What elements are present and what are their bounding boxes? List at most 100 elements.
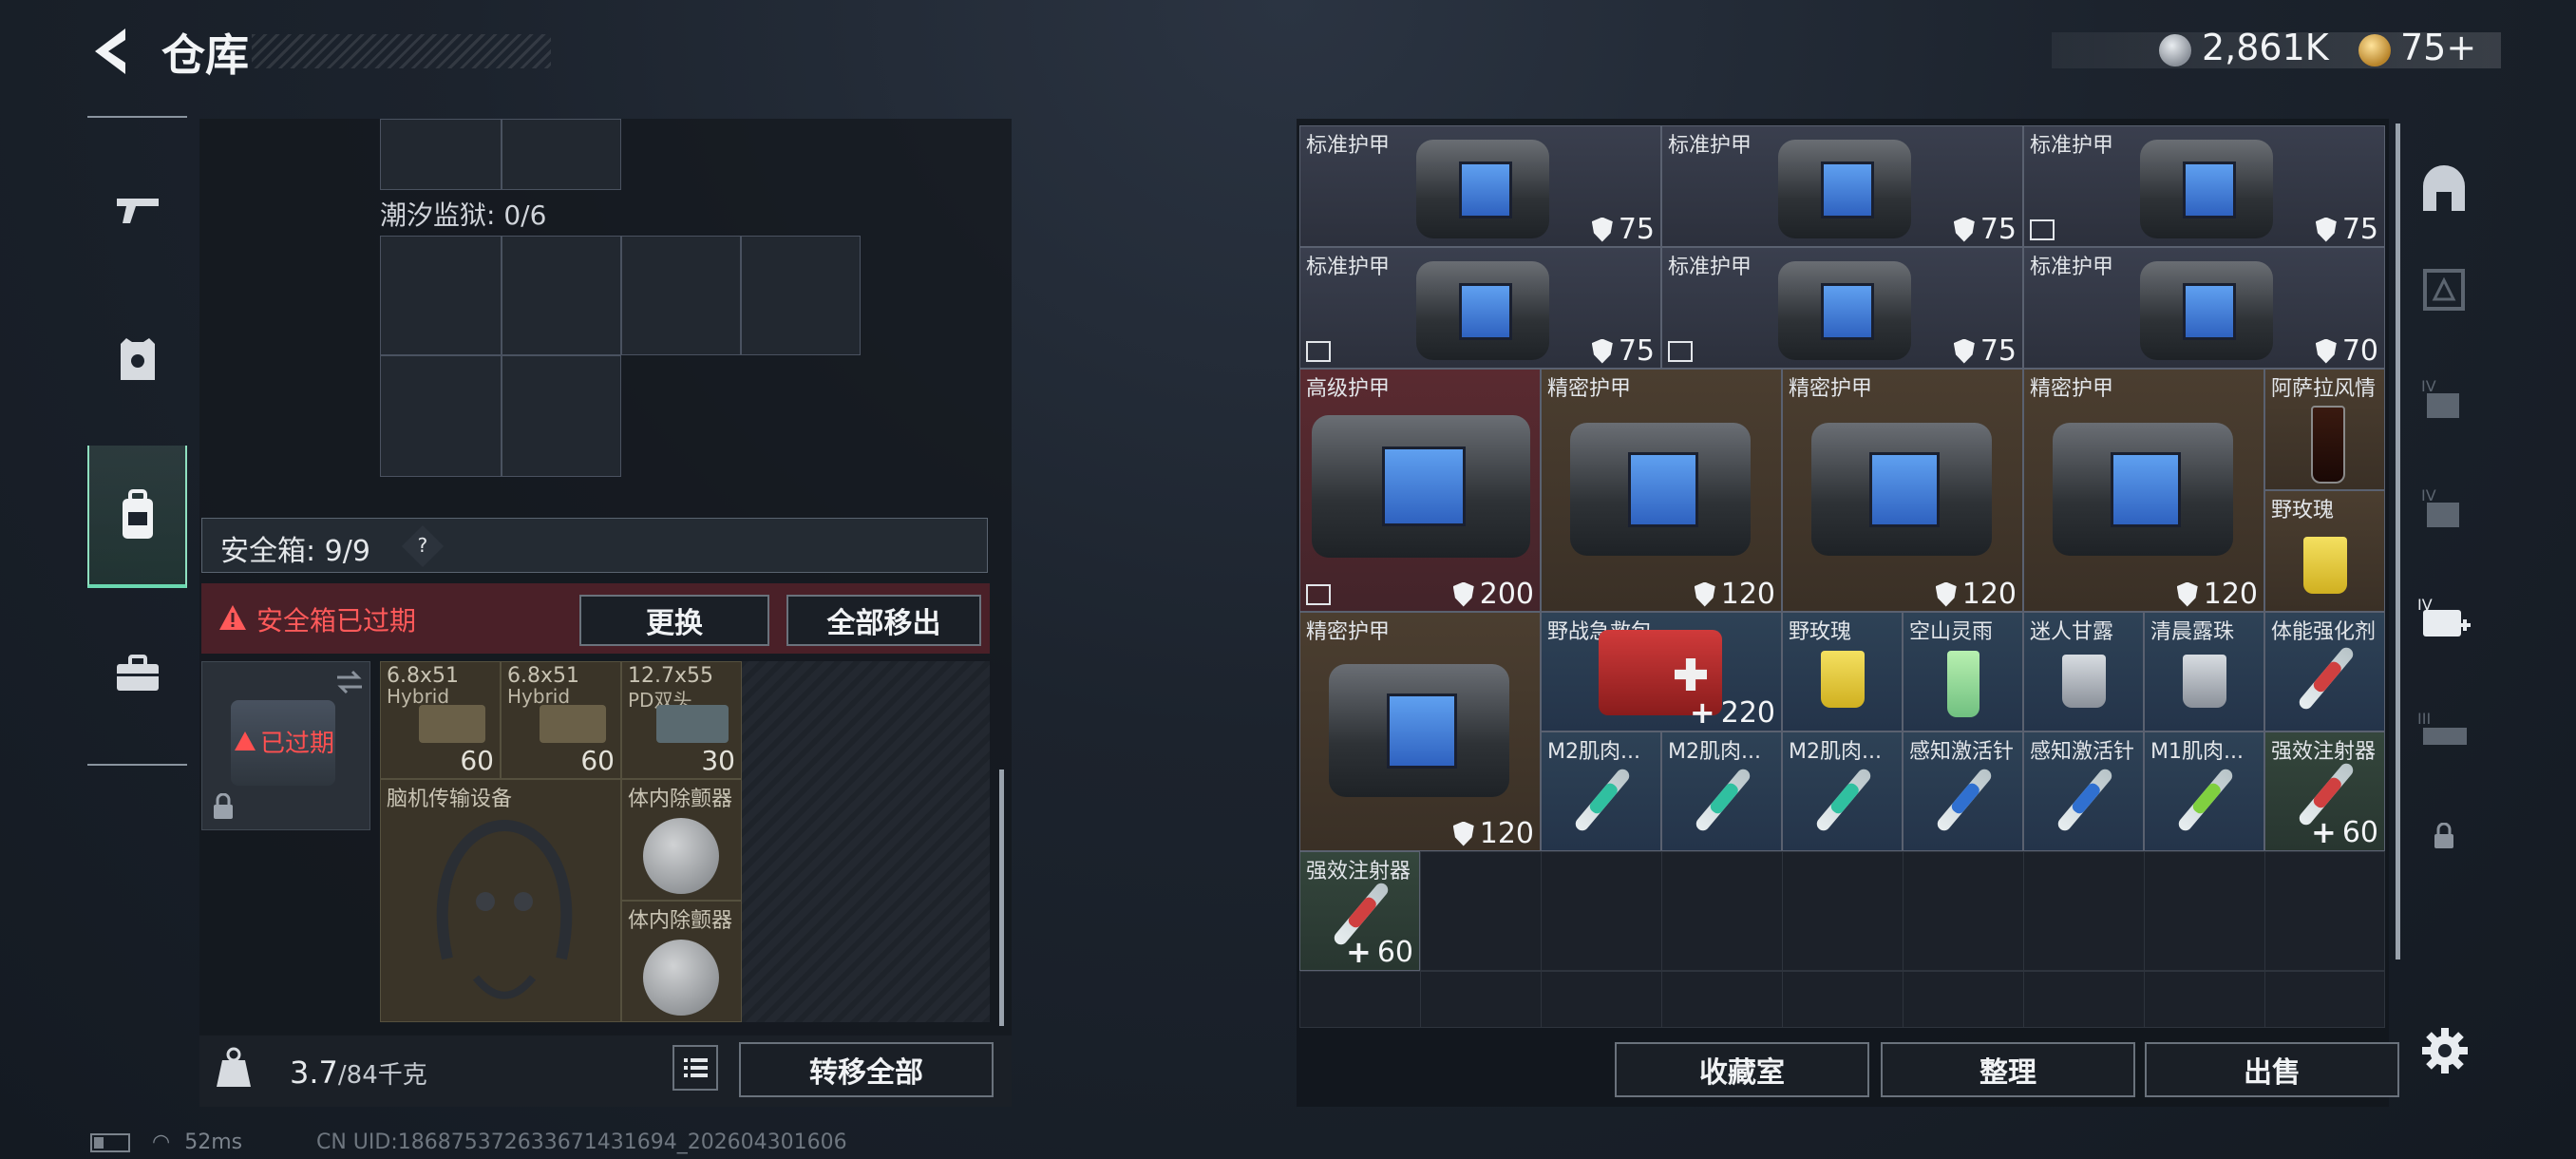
inventory-item[interactable]: 标准护甲 75 [1661,247,2023,369]
storage-tab-icon: IV [2421,486,2459,527]
grid-slot[interactable] [380,355,502,477]
inventory-item[interactable]: 野战急救包 +220 [1541,612,1782,732]
safebox-item[interactable]: 12.7x55 PD双头 30 [621,661,742,779]
swap-icon [337,670,362,694]
storage-tab-icon: III [2417,710,2467,745]
sidebar-tab-locked[interactable] [2403,784,2484,888]
grid-slot[interactable] [380,236,502,355]
inventory-item[interactable]: 清晨露珠 [2144,612,2264,732]
nav-armor[interactable] [87,289,187,431]
currency-gold-value[interactable]: 75+ [2400,27,2476,68]
durability-icon [2315,217,2337,242]
lock-icon [2434,823,2453,848]
inventory-item[interactable]: M1肌肉... [2144,732,2264,851]
sidebar-tab-4b[interactable]: IV [2403,456,2484,560]
inventory-item[interactable]: 迷人甘露 [2023,612,2144,732]
sidebar-tab-3[interactable]: III [2403,679,2484,784]
inventory-item[interactable]: 空山灵雨 [1903,612,2023,732]
durability-icon [1452,581,1474,607]
nav-weapon[interactable] [87,137,187,279]
no-repair-icon [1668,341,1693,362]
sidebar-tab-medical[interactable]: IV [2403,565,2484,670]
collection-room-button[interactable]: 收藏室 [1615,1042,1869,1097]
right-scrollbar[interactable] [2396,124,2400,960]
sidebar-tab-4a[interactable]: IV [2403,347,2484,451]
grid-slot[interactable] [380,119,502,190]
inventory-item[interactable]: 体能强化剂 [2264,612,2385,732]
empty-slots[interactable] [1299,971,2385,1028]
left-scrollbar[interactable] [999,770,1004,1026]
nav-backpack[interactable] [87,446,187,588]
inventory-item[interactable]: M2肌肉... [1782,732,1903,851]
safebox-item[interactable]: 体内除颤器 [621,779,742,901]
grid-slot[interactable] [502,355,621,477]
inventory-item[interactable]: 强效注射器 +60 [2264,732,2385,851]
weight-icon [217,1047,251,1087]
back-arrow-icon[interactable] [87,25,133,78]
cocktail-icon [2311,406,2345,484]
inventory-item[interactable]: 标准护甲 70 [2023,247,2385,369]
inventory-item[interactable]: 感知激活针 [2023,732,2144,851]
inventory-item[interactable]: M2肌肉... [1541,732,1661,851]
inventory-item[interactable]: 精密护甲 120 [1541,369,1782,612]
inventory-item[interactable]: 强效注射器 +60 [1299,851,1420,971]
inventory-item[interactable]: 感知激活针 [1903,732,2023,851]
svg-text:IV: IV [2421,377,2436,395]
ping-value: 52ms [184,1130,243,1154]
sidebar-tab-2[interactable] [2403,238,2484,342]
sidebar-tab-all[interactable] [2403,138,2484,242]
nav-briefcase[interactable] [87,602,187,745]
right-sidebar: IV IV IV III [2403,119,2484,1107]
safebox-item[interactable]: 脑机传输设备 [380,779,621,1022]
replace-button[interactable]: 更换 [579,595,769,646]
empty-slots[interactable] [1420,851,2385,971]
durability-icon [1953,217,1975,242]
safebox-item[interactable]: 体内除颤器 [621,901,742,1022]
cocktail-icon [1947,651,1979,717]
medical-tab-icon: IV [2417,596,2471,636]
user-uid: CN UID:186875372633671431694_20260430160… [316,1130,847,1154]
grid-slot[interactable] [621,236,741,355]
armor-icon [1312,415,1530,558]
safebox-item[interactable]: 6.8x51 Hybrid 60 [501,661,621,779]
move-all-out-button[interactable]: 全部移出 [786,595,981,646]
inventory-item[interactable]: 野玫瑰 [2264,490,2385,612]
transfer-all-button[interactable]: 转移全部 [739,1042,994,1097]
svg-text:III: III [2417,710,2431,728]
inventory-item[interactable]: 精密护甲 120 [1782,369,2023,612]
inventory-item[interactable]: 标准护甲 75 [1299,125,1661,247]
durability-icon [1591,338,1613,364]
syringe-icon [1572,766,1633,834]
grid-slot[interactable] [502,236,621,355]
inventory-item[interactable]: 精密护甲 120 [1299,612,1541,851]
sort-button[interactable]: 整理 [1881,1042,2135,1097]
syringe-icon [1934,766,1995,834]
inventory-item[interactable]: 标准护甲 75 [1661,125,2023,247]
storage-tab-icon [2422,269,2465,311]
grid-slot[interactable] [502,119,621,190]
grid-slot[interactable] [741,236,861,355]
svg-text:IV: IV [2421,486,2436,504]
ammo-box-icon [540,705,606,743]
sell-button[interactable]: 出售 [2145,1042,2399,1097]
safebox-label: 安全箱: 9/9 [220,535,370,568]
inventory-item[interactable]: 精密护甲 120 [2023,369,2264,612]
inventory-item[interactable]: 野玫瑰 [1782,612,1903,732]
safebox-expired-warning: 安全箱已过期 [256,605,417,636]
inventory-item[interactable]: 阿萨拉风情 [2264,369,2385,490]
storage-tab-icon: IV [2421,377,2459,418]
safebox-item[interactable]: 6.8x51 Hybrid 60 [380,661,501,779]
inventory-item[interactable]: M2肌肉... [1661,732,1782,851]
syringe-icon [1813,766,1874,834]
list-view-icon[interactable] [672,1045,718,1091]
gear-icon[interactable] [2420,1026,2470,1075]
syringe-icon [2055,766,2115,834]
currency-silver-value[interactable]: 2,861K [2202,27,2329,68]
armor-icon [1416,261,1549,360]
battery-icon [90,1133,130,1152]
inventory-item[interactable]: 高级护甲 200 [1299,369,1541,612]
syringe-icon [1693,766,1753,834]
inventory-item[interactable]: 标准护甲 75 [1299,247,1661,369]
inventory-item[interactable]: 标准护甲 75 [2023,125,2385,247]
armor-icon [1778,140,1911,238]
